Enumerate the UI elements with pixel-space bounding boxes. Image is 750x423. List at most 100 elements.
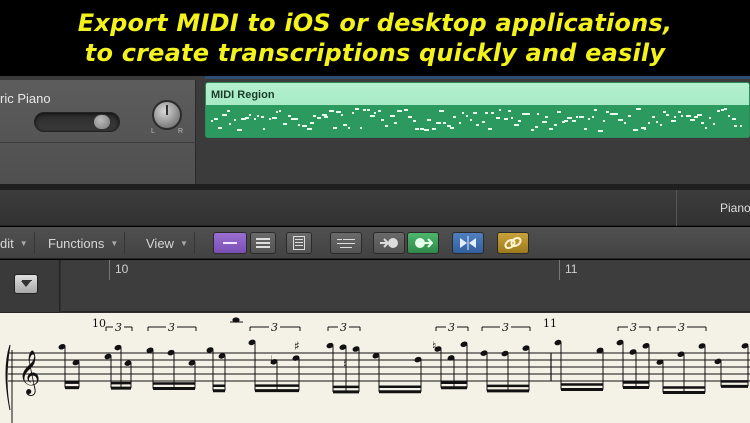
brace-icon bbox=[5, 344, 11, 411]
region-note bbox=[697, 113, 703, 116]
track-header-divider bbox=[0, 76, 196, 80]
region-note bbox=[666, 113, 670, 116]
region-note bbox=[328, 109, 334, 112]
region-note bbox=[362, 109, 366, 112]
region-note bbox=[594, 109, 598, 112]
region-note bbox=[294, 117, 298, 120]
region-note bbox=[510, 116, 513, 119]
functions-menu[interactable]: Functions ▼ bbox=[42, 232, 126, 254]
treble-clef-icon: 𝄞 bbox=[18, 350, 40, 396]
region-note bbox=[384, 124, 388, 127]
tuplet-number: 3 bbox=[630, 321, 637, 334]
region-note bbox=[450, 127, 455, 130]
region-note bbox=[332, 127, 337, 130]
flat-icon: ♭ bbox=[270, 353, 276, 367]
edit-menu-label: dit bbox=[0, 235, 14, 251]
score-editor[interactable]: 10 11 𝄞 10 11 3 3 3 3 3 3 3 3 ♯ ♮ ♮ ♭ bbox=[0, 260, 750, 423]
region-note bbox=[256, 115, 259, 118]
region-note bbox=[734, 125, 738, 128]
region-note bbox=[587, 117, 590, 120]
region-note bbox=[343, 123, 348, 126]
region-title: MIDI Region bbox=[211, 89, 275, 101]
region-note bbox=[553, 123, 557, 126]
chevron-down-icon: ▼ bbox=[19, 238, 28, 248]
region-note bbox=[576, 116, 579, 119]
region-note bbox=[336, 110, 342, 113]
region-note bbox=[602, 119, 605, 122]
region-note bbox=[214, 117, 219, 120]
region-note bbox=[233, 118, 236, 121]
region-note bbox=[427, 118, 432, 121]
single-staff-icon bbox=[223, 242, 237, 244]
region-note bbox=[222, 114, 228, 117]
midi-out-button[interactable] bbox=[407, 232, 439, 254]
single-staff-button[interactable] bbox=[213, 232, 247, 254]
volume-slider-handle[interactable] bbox=[93, 114, 111, 130]
region-note bbox=[301, 124, 307, 127]
link-button[interactable] bbox=[497, 232, 529, 254]
previous-region-edge bbox=[205, 76, 750, 79]
region-note bbox=[704, 127, 707, 130]
measure-number: 11 bbox=[543, 317, 557, 330]
region-note bbox=[656, 121, 659, 124]
region-note bbox=[253, 117, 256, 120]
region-note bbox=[708, 117, 711, 120]
midi-region[interactable]: MIDI Region bbox=[205, 82, 750, 138]
midi-in-button[interactable] bbox=[373, 232, 405, 254]
region-note bbox=[517, 119, 521, 122]
region-note bbox=[359, 126, 362, 129]
catch-button[interactable] bbox=[452, 232, 484, 254]
region-note bbox=[413, 119, 417, 122]
region-note bbox=[415, 127, 420, 130]
region-note bbox=[279, 109, 282, 112]
page-view-icon bbox=[293, 236, 305, 250]
region-note bbox=[366, 109, 370, 112]
region-note bbox=[739, 124, 742, 127]
region-note bbox=[488, 127, 493, 130]
view-menu[interactable]: View ▼ bbox=[140, 232, 195, 254]
tuplet-number: 3 bbox=[340, 321, 347, 334]
region-note bbox=[348, 127, 351, 130]
region-note bbox=[481, 121, 485, 124]
quantize-button[interactable] bbox=[330, 232, 362, 254]
region-note bbox=[485, 111, 489, 114]
region-note bbox=[647, 121, 650, 124]
link-icon bbox=[504, 236, 522, 250]
region-note bbox=[526, 113, 531, 116]
chevron-down-icon: ▼ bbox=[110, 238, 119, 248]
region-note bbox=[728, 115, 731, 118]
region-note bbox=[633, 129, 639, 132]
promo-banner: Export MIDI to iOS or desktop applicatio… bbox=[0, 0, 750, 76]
multi-staff-icon bbox=[256, 238, 270, 248]
region-note bbox=[530, 128, 534, 131]
region-note bbox=[217, 127, 222, 130]
region-note bbox=[390, 115, 396, 118]
region-note bbox=[268, 118, 271, 121]
region-note bbox=[340, 113, 343, 116]
region-note bbox=[316, 116, 321, 119]
natural-icon: ♮ bbox=[343, 357, 347, 371]
region-note bbox=[453, 116, 457, 119]
region-note bbox=[534, 125, 538, 128]
region-note bbox=[598, 129, 604, 132]
region-note bbox=[564, 120, 569, 123]
region-note bbox=[659, 123, 662, 126]
quantize-icon bbox=[337, 239, 355, 248]
track-name: ric Piano bbox=[0, 91, 51, 106]
region-note bbox=[312, 115, 316, 118]
region-note bbox=[491, 111, 495, 114]
pan-knob[interactable] bbox=[152, 100, 182, 130]
edit-menu[interactable]: dit ▼ bbox=[0, 232, 35, 254]
region-note bbox=[613, 112, 618, 115]
page-view-button[interactable] bbox=[286, 232, 312, 254]
region-note bbox=[591, 115, 594, 118]
tuplet-number: 3 bbox=[115, 321, 122, 334]
region-note bbox=[572, 119, 577, 122]
tuplet-number: 3 bbox=[678, 321, 685, 334]
region-note bbox=[393, 122, 397, 125]
score-toolbar: dit ▼ Functions ▼ View ▼ bbox=[0, 227, 750, 259]
track-header[interactable]: ric Piano L R bbox=[0, 76, 196, 184]
region-note bbox=[423, 129, 429, 132]
multi-staff-button[interactable] bbox=[250, 232, 276, 254]
region-note bbox=[542, 120, 548, 123]
